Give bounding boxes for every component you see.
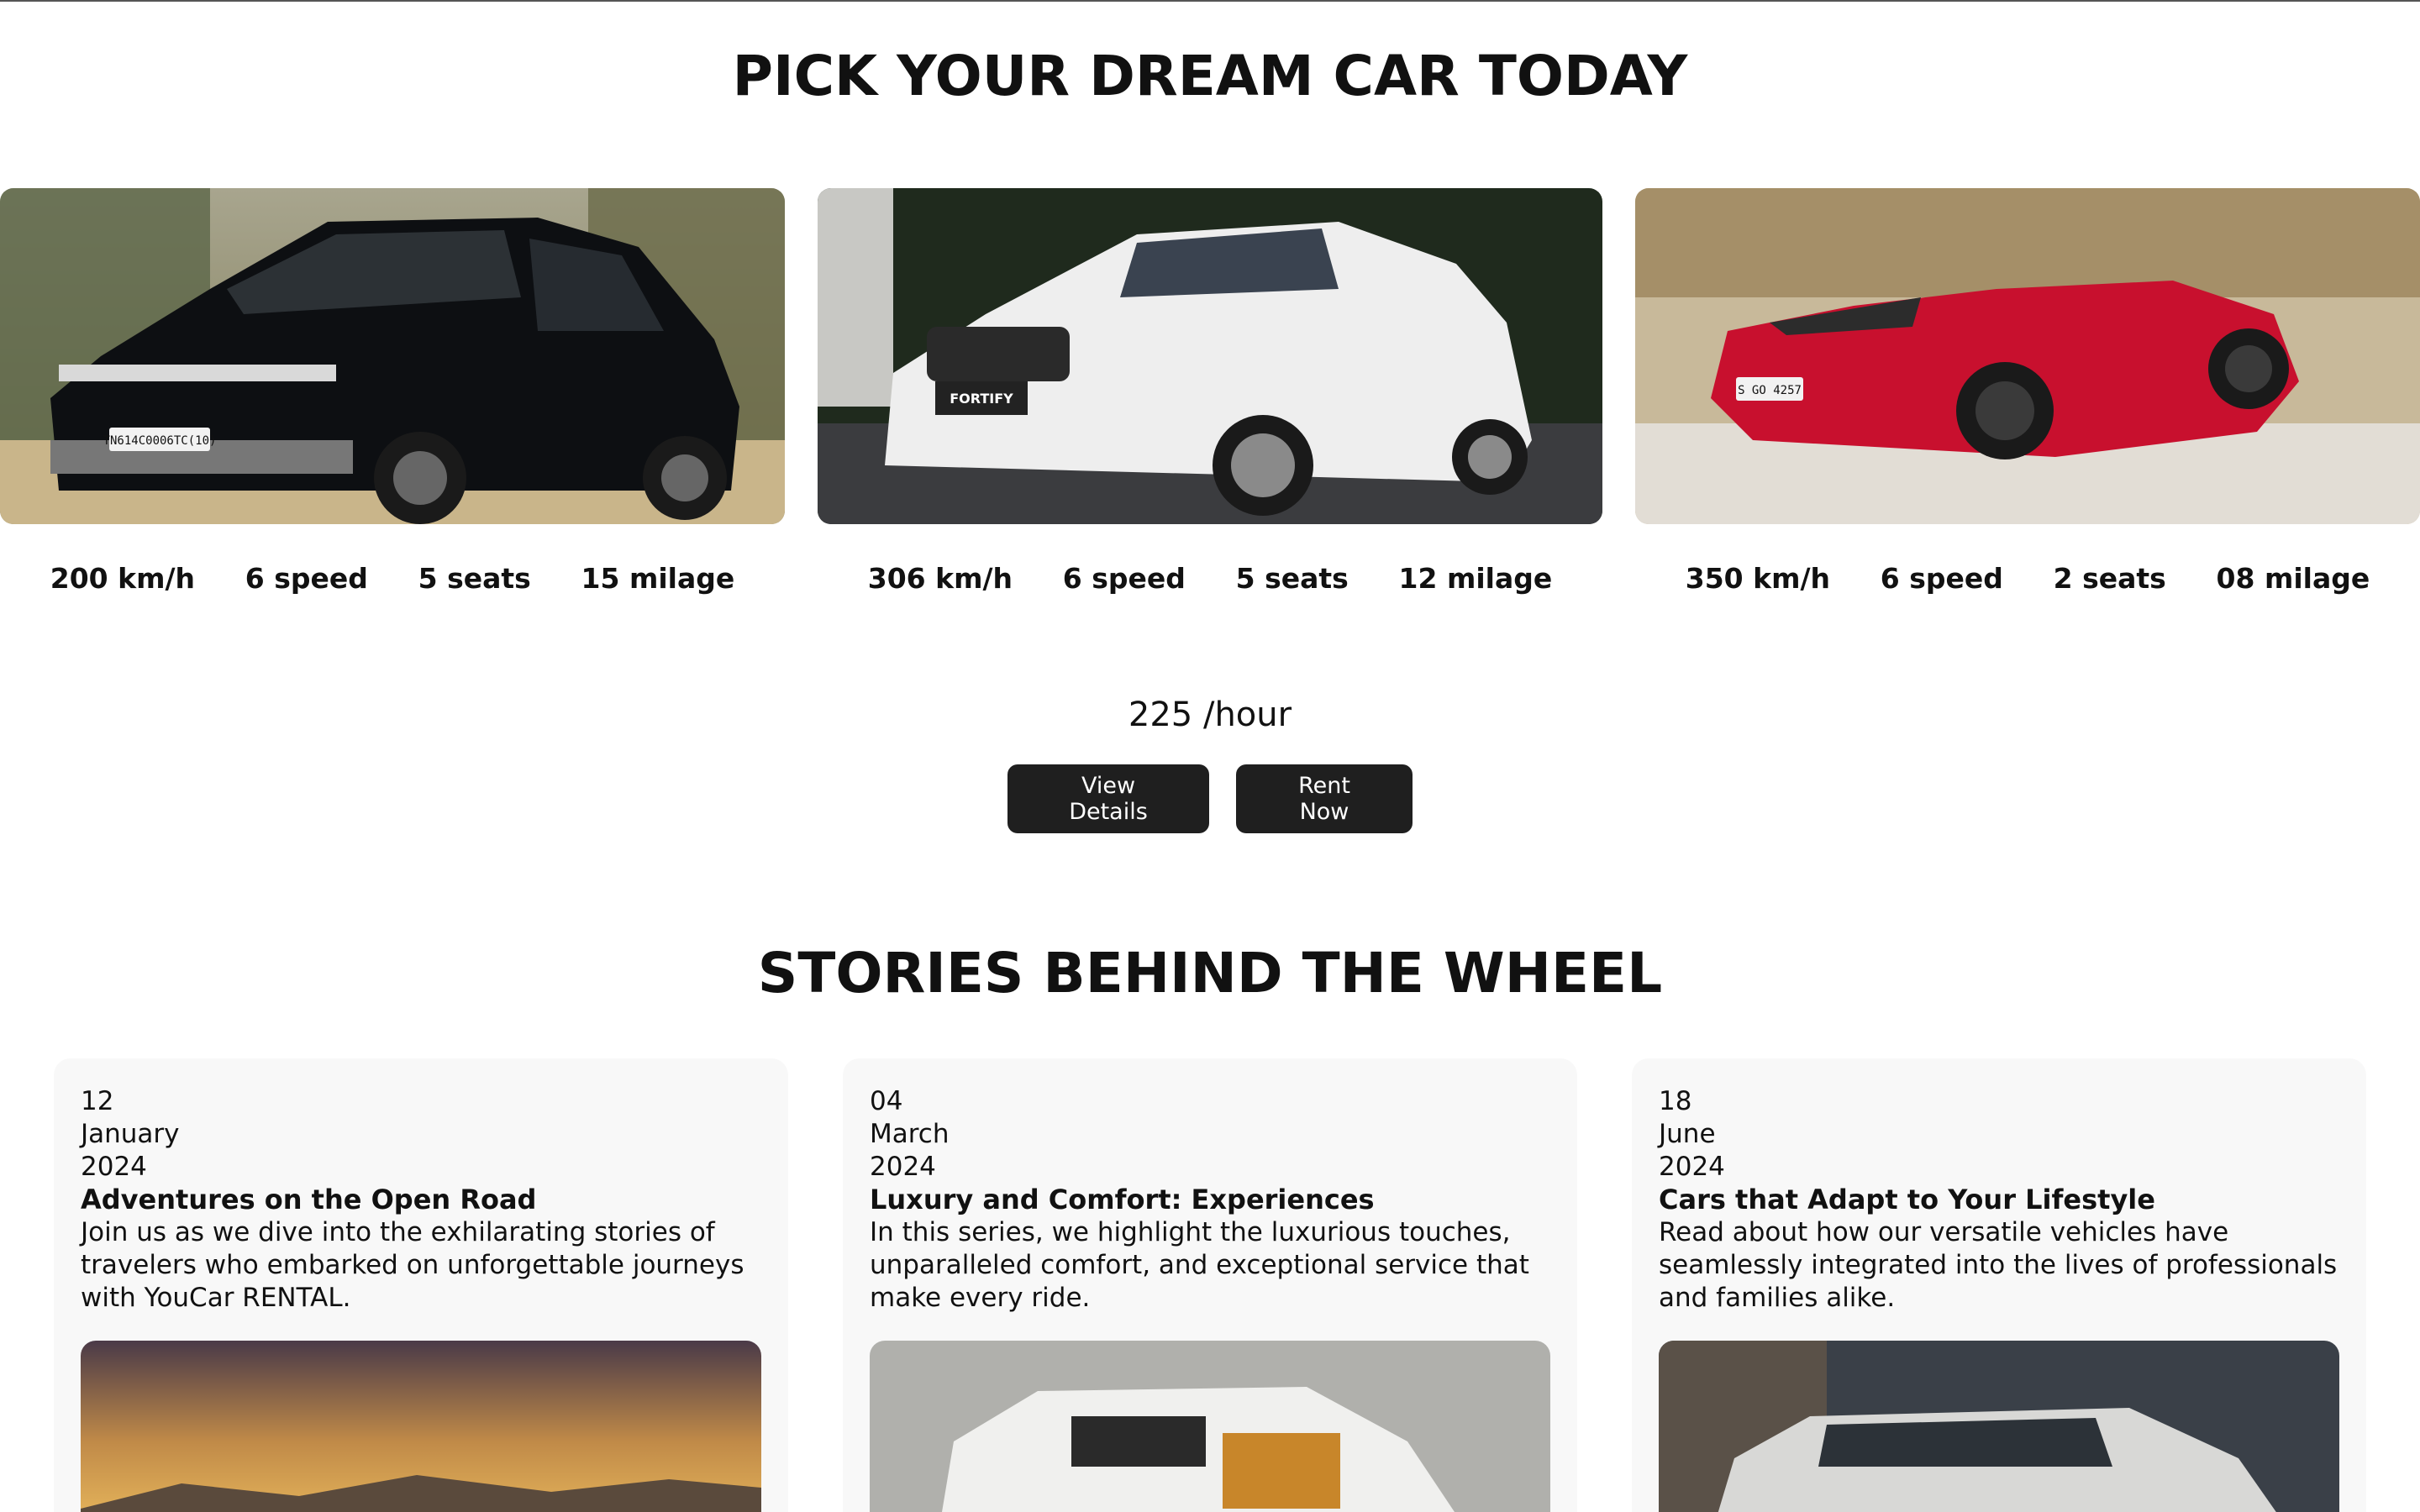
view-details-button[interactable]: View Details bbox=[1007, 764, 1209, 833]
car-photo-white-sedan[interactable]: FORTIFY bbox=[818, 188, 1602, 524]
story-card[interactable]: 04 March 2024 Luxury and Comfort: Experi… bbox=[843, 1058, 1577, 1512]
story-month: June bbox=[1659, 1119, 1716, 1149]
car-specs-red-convertible: 350 km/h 6 speed 2 seats 08 milage bbox=[1635, 553, 2420, 603]
story-photo-luxury-suv[interactable] bbox=[870, 1341, 1550, 1512]
story-month: March bbox=[870, 1119, 950, 1149]
cars-section-title: PICK YOUR DREAM CAR TODAY bbox=[732, 44, 1688, 108]
story-year: 2024 bbox=[81, 1152, 147, 1182]
story-year: 2024 bbox=[1659, 1152, 1725, 1182]
milage: 08 milage bbox=[2216, 561, 2370, 595]
top-speed: 200 km/h bbox=[50, 561, 196, 595]
story-month: January bbox=[81, 1119, 180, 1149]
story-title[interactable]: Cars that Adapt to Your Lifestyle bbox=[1659, 1184, 2339, 1216]
top-speed: 350 km/h bbox=[1685, 561, 1831, 595]
story-content: 18 June 2024 Cars that Adapt to Your Lif… bbox=[1659, 1085, 2339, 1315]
license-plate-text: FORTIFY bbox=[950, 391, 1013, 407]
story-content: 12 January 2024 Adventures on the Open R… bbox=[81, 1085, 761, 1315]
car-card-black-suv[interactable]: TN614C0006TC(10) 200 km/h 6 speed 5 seat… bbox=[0, 188, 785, 603]
car-specs-black-suv: 200 km/h 6 speed 5 seats 15 milage bbox=[0, 553, 785, 603]
story-photo-sunset[interactable] bbox=[81, 1341, 761, 1512]
story-content: 04 March 2024 Luxury and Comfort: Experi… bbox=[870, 1085, 1550, 1315]
seats: 5 seats bbox=[1235, 561, 1349, 595]
story-day: 12 bbox=[81, 1086, 114, 1116]
top-speed: 306 km/h bbox=[867, 561, 1013, 595]
car-actions: View Details Rent Now bbox=[0, 764, 2420, 833]
story-year: 2024 bbox=[870, 1152, 936, 1182]
milage: 15 milage bbox=[581, 561, 735, 595]
license-plate-text: S GO 4257 bbox=[1738, 384, 1802, 397]
story-day: 04 bbox=[870, 1086, 903, 1116]
car-card-white-sedan[interactable]: FORTIFY 306 km/h 6 speed 5 seats 12 mila… bbox=[818, 188, 1602, 603]
stories-section-title: STORIES BEHIND THE WHEEL bbox=[757, 941, 1663, 1005]
rent-now-button[interactable]: Rent Now bbox=[1236, 764, 1413, 833]
car-card-red-convertible[interactable]: S GO 4257 350 km/h 6 speed 2 seats 08 mi… bbox=[1635, 188, 2420, 603]
license-plate-text: TN614C0006TC(10) bbox=[103, 434, 217, 448]
gears: 6 speed bbox=[1062, 561, 1186, 595]
story-card[interactable]: 12 January 2024 Adventures on the Open R… bbox=[54, 1058, 788, 1512]
gears: 6 speed bbox=[245, 561, 368, 595]
story-title[interactable]: Adventures on the Open Road bbox=[81, 1184, 761, 1216]
story-photo-silver-suv[interactable] bbox=[1659, 1341, 2339, 1512]
price-per-hour: 225 /hour bbox=[1128, 696, 1292, 734]
story-excerpt: Join us as we dive into the exhilarating… bbox=[81, 1217, 744, 1313]
car-photo-red-convertible[interactable]: S GO 4257 bbox=[1635, 188, 2420, 524]
top-border bbox=[0, 0, 2420, 2]
gears: 6 speed bbox=[1880, 561, 2003, 595]
page: PICK YOUR DREAM CAR TODAY TN614C0006TC(1… bbox=[0, 0, 2420, 1512]
car-photo-black-suv[interactable]: TN614C0006TC(10) bbox=[0, 188, 785, 524]
story-card[interactable]: 18 June 2024 Cars that Adapt to Your Lif… bbox=[1632, 1058, 2366, 1512]
story-excerpt: In this series, we highlight the luxurio… bbox=[870, 1217, 1529, 1313]
story-excerpt: Read about how our versatile vehicles ha… bbox=[1659, 1217, 2338, 1313]
car-specs-white-sedan: 306 km/h 6 speed 5 seats 12 milage bbox=[818, 553, 1602, 603]
seats: 5 seats bbox=[418, 561, 531, 595]
story-day: 18 bbox=[1659, 1086, 1692, 1116]
seats: 2 seats bbox=[2053, 561, 2166, 595]
milage: 12 milage bbox=[1398, 561, 1553, 595]
story-title[interactable]: Luxury and Comfort: Experiences bbox=[870, 1184, 1550, 1216]
